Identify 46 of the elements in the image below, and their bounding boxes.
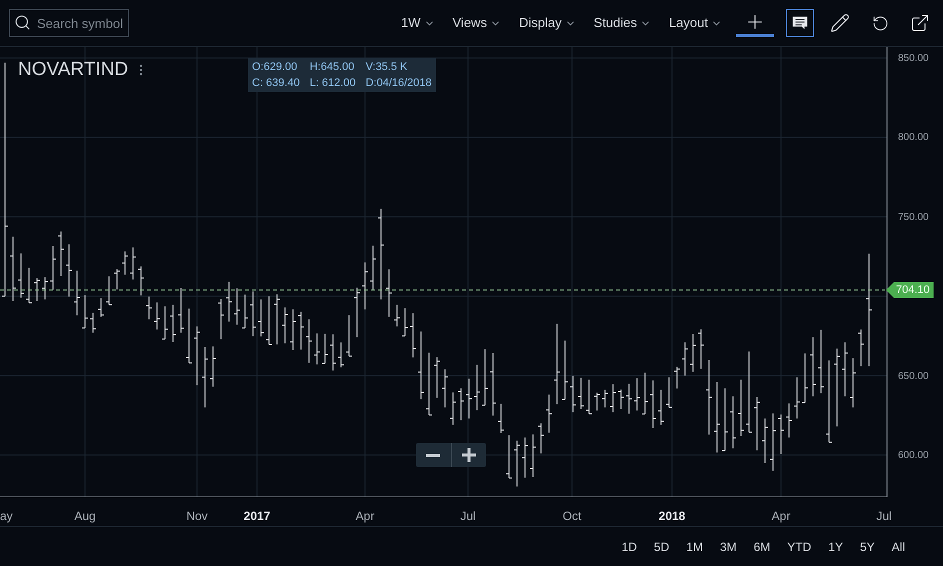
tool-button[interactable]	[786, 9, 814, 37]
price-label: 600.00	[898, 449, 929, 463]
pencil-icon	[830, 13, 850, 33]
legend-value: L: 612.00	[310, 76, 356, 91]
date-label: Apr	[356, 508, 374, 525]
search-icon	[14, 14, 31, 31]
date-label: 2018	[658, 508, 686, 525]
search-field[interactable]: Search symbol	[9, 9, 129, 37]
range-button[interactable]: 1Y	[828, 538, 843, 556]
undo-icon	[872, 14, 888, 32]
price-label: 850.00	[898, 52, 929, 66]
range-button[interactable]: YTD	[787, 538, 812, 556]
plus-icon	[462, 448, 476, 462]
legend-value: O:629.00	[252, 60, 298, 75]
date-label: Aug	[74, 508, 96, 525]
legend-value: D:04/16/2018	[366, 76, 432, 91]
range-button[interactable]: 5D	[654, 538, 670, 556]
toolbar-menu[interactable]: Studies	[594, 13, 651, 33]
toolbar-menu[interactable]: Layout	[668, 13, 722, 33]
date-label: Oct	[562, 508, 582, 525]
last-price-tag: 704.10	[886, 282, 934, 298]
date-label: 2017	[244, 508, 270, 525]
date-label: ay	[0, 508, 13, 525]
legend-value: H:645.00	[310, 60, 356, 75]
range-button[interactable]: 3M	[720, 538, 737, 556]
price-label: 650.00	[898, 370, 929, 384]
range-button[interactable]: 6M	[754, 538, 770, 556]
date-label: Apr	[772, 508, 790, 525]
range-button[interactable]: 1M	[686, 538, 703, 556]
comment-icon	[791, 14, 809, 32]
date-label: Jul	[876, 508, 892, 525]
minus-icon	[426, 454, 440, 456]
price-label: 800.00	[898, 131, 929, 146]
toolbar-menu[interactable]: 1W	[401, 13, 434, 33]
symbol-name: NOVARTIND	[18, 58, 128, 82]
range-button[interactable]: 5Y	[860, 538, 875, 556]
price-label: 750.00	[898, 210, 929, 225]
date-label: Nov	[186, 508, 208, 525]
date-label: Jul	[460, 508, 476, 525]
legend-value: C: 639.40	[252, 76, 300, 91]
legend-value: V:35.5 K	[366, 60, 408, 75]
toolbar-menu[interactable]: Views	[452, 13, 501, 33]
range-button[interactable]: All	[892, 538, 905, 556]
toolbar-menu[interactable]: Display	[518, 13, 576, 33]
range-button[interactable]: 1D	[622, 538, 637, 556]
popout-icon	[910, 13, 930, 33]
